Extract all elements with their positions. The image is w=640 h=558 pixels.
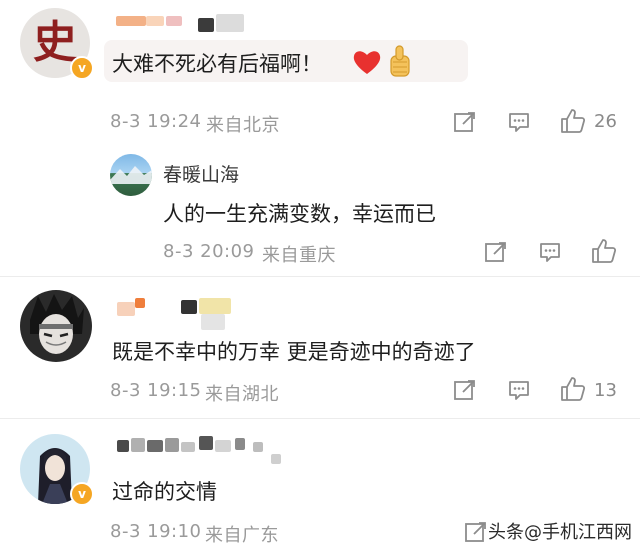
comment-icon[interactable]	[507, 110, 531, 134]
watermark-prefix: 头条	[488, 522, 524, 543]
comment-location: 来自广东	[205, 525, 279, 546]
divider	[0, 276, 640, 277]
like-icon[interactable]	[560, 376, 586, 402]
comment-time: 8-3 19:15	[110, 380, 202, 401]
avatar[interactable]	[110, 154, 152, 196]
like-icon[interactable]	[560, 108, 586, 134]
reply-username[interactable]: 春暖山海	[163, 160, 239, 187]
comment-location: 来自重庆	[262, 245, 336, 266]
thumbs-up-emoji-icon	[390, 45, 410, 77]
like-count: 13	[594, 380, 617, 401]
comment-text: 过命的交情	[112, 480, 217, 504]
verified-badge-icon: v	[70, 482, 94, 506]
watermark-handle: @手机江西网	[524, 522, 632, 543]
comment-location: 来自湖北	[205, 384, 279, 405]
comment-text: 人的一生充满变数，幸运而已	[163, 202, 436, 226]
comment-location: 来自北京	[206, 115, 280, 136]
repost-icon[interactable]	[484, 240, 508, 264]
avatar[interactable]	[20, 290, 92, 362]
watermark: 头条@手机江西网	[488, 518, 632, 548]
divider	[0, 418, 640, 419]
repost-icon[interactable]	[464, 520, 488, 544]
heart-emoji-icon	[353, 51, 381, 74]
comment-text: 大难不死必有后福啊！	[112, 52, 322, 76]
like-count: 26	[594, 111, 617, 132]
blurred-username	[115, 298, 245, 332]
comment-time: 8-3 19:24	[110, 111, 202, 132]
blurred-username	[110, 14, 250, 32]
comment-icon[interactable]	[507, 378, 531, 402]
comment-text: 既是不幸中的万幸 更是奇迹中的奇迹了	[112, 340, 476, 364]
repost-icon[interactable]	[453, 110, 477, 134]
blurred-username	[115, 436, 285, 466]
comment-time: 8-3 19:10	[110, 521, 202, 542]
like-icon[interactable]	[591, 238, 617, 264]
comment-icon[interactable]	[538, 240, 562, 264]
verified-badge-icon: v	[70, 56, 94, 80]
comment-time: 8-3 20:09	[163, 241, 255, 262]
repost-icon[interactable]	[453, 378, 477, 402]
